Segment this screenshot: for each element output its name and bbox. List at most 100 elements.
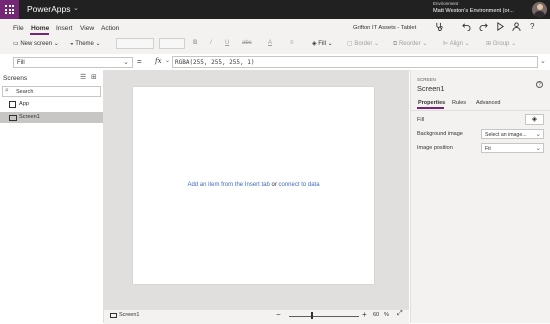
fill-button[interactable]: ◈ Fill ⌄ (312, 40, 333, 47)
zoom-value[interactable]: 60 (373, 312, 379, 318)
help-icon[interactable]: ? (530, 22, 534, 31)
play-icon[interactable] (496, 22, 505, 33)
avatar[interactable] (532, 2, 547, 17)
border-icon: ▢ (347, 41, 353, 47)
theme-icon: ◒ (70, 41, 74, 47)
stethoscope-icon[interactable] (435, 22, 444, 33)
hint-connect-data-link[interactable]: connect to data (277, 182, 320, 188)
font-family-select[interactable] (116, 38, 154, 49)
screen-icon (110, 313, 117, 318)
user-icon[interactable] (512, 22, 521, 33)
group-icon: ⊞ (486, 41, 492, 47)
chevron-down-icon: ⌄ (374, 41, 380, 47)
search-input[interactable]: ⌕ Search (2, 86, 101, 97)
chevron-down-icon: ⌄ (535, 144, 541, 152)
background-image-select[interactable]: Select an image... ⌄ (481, 129, 544, 139)
menu-action[interactable]: Action (101, 25, 119, 32)
chevron-down-icon: ⌄ (511, 41, 517, 47)
chevron-down-icon: ⌄ (53, 41, 59, 47)
chevron-down-icon: ⌄ (327, 41, 333, 47)
chevron-down-icon[interactable]: ⌄ (540, 57, 546, 65)
reorder-label: Reorder (398, 41, 421, 47)
selected-name[interactable]: Screen1 (417, 84, 445, 93)
text-align-button[interactable]: ≡ (290, 40, 294, 46)
formula-text: RGBA(255, 255, 255, 1) (175, 59, 255, 66)
align-button[interactable]: ⊫ Align ⌄ (443, 40, 470, 47)
environment-label: Environment (433, 1, 459, 6)
font-color-button[interactable]: A (268, 40, 272, 46)
fill-label: Fill (417, 117, 425, 123)
zoom-slider[interactable] (289, 315, 359, 317)
reorder-icon: ⧉ (393, 41, 398, 47)
chevron-down-icon: ⌄ (123, 59, 129, 66)
list-view-icon[interactable]: ☰ (80, 73, 86, 81)
chevron-down-icon: ⌄ (464, 41, 470, 47)
zoom-unit: % (384, 312, 389, 318)
divider (411, 110, 550, 111)
chevron-down-icon[interactable]: ⌄ (165, 57, 170, 64)
chevron-down-icon: ⌄ (422, 41, 428, 47)
bold-button[interactable]: B (193, 40, 197, 46)
fill-color-picker[interactable]: ◈ (525, 114, 544, 125)
align-label: Align (449, 41, 463, 47)
new-screen-label: New screen (20, 41, 53, 47)
italic-button[interactable]: / (210, 40, 212, 46)
underline-button[interactable]: U (225, 40, 229, 46)
tree-item-label: Screen1 (19, 114, 40, 120)
menu-file[interactable]: File (13, 25, 24, 32)
chevron-down-icon[interactable]: ⌄ (73, 4, 79, 12)
zoom-out-button[interactable]: − (276, 310, 281, 319)
fx-icon[interactable]: fx (155, 57, 162, 65)
screens-title: Screens (3, 75, 28, 82)
background-image-label: Background image (417, 131, 463, 137)
zoom-in-button[interactable]: + (362, 310, 367, 319)
background-image-value: Select an image... (485, 131, 527, 138)
fill-label: Fill (318, 41, 326, 47)
paint-bucket-icon: ◈ (312, 41, 317, 47)
screen-icon (9, 114, 17, 121)
group-label: Group (492, 41, 510, 47)
tab-properties[interactable]: Properties (418, 100, 445, 106)
image-position-value: Fit (485, 145, 491, 152)
environment-name[interactable]: Matt Weston's Environment (or... (433, 8, 514, 14)
current-screen-label[interactable]: Screen1 (119, 312, 140, 318)
formula-input[interactable]: RGBA(255, 255, 255, 1) (172, 56, 538, 68)
app-icon (9, 100, 16, 108)
hint-insert-link[interactable]: Add an item from the Insert tab (187, 182, 271, 188)
font-size-select[interactable] (159, 38, 185, 49)
new-screen-button[interactable]: ▭ New screen ⌄ (13, 40, 59, 47)
search-icon: ⌕ (5, 87, 9, 94)
align-icon: ⊫ (443, 41, 449, 47)
tree-item-app[interactable]: App (0, 99, 103, 110)
tab-advanced[interactable]: Advanced (476, 100, 500, 106)
redo-icon[interactable] (479, 22, 488, 33)
undo-icon[interactable] (462, 22, 471, 33)
fit-to-window-icon[interactable]: ⤢ (397, 310, 403, 318)
selected-kind: SCREEN (417, 77, 436, 82)
equals-sign: = (137, 57, 142, 66)
property-select[interactable]: Fill ⌄ (13, 57, 133, 68)
image-position-select[interactable]: Fit ⌄ (481, 143, 544, 153)
app-launcher-button[interactable] (0, 0, 19, 19)
thumbnail-view-icon[interactable]: ⊞ (91, 73, 97, 81)
active-tab-indicator (417, 107, 444, 109)
theme-button[interactable]: ◒ Theme ⌄ (70, 40, 101, 47)
paint-bucket-icon: ◈ (531, 116, 538, 123)
reorder-button[interactable]: ⧉ Reorder ⌄ (393, 40, 427, 48)
tree-item-screen1[interactable]: Screen1 (0, 112, 103, 123)
theme-label: Theme (75, 41, 94, 47)
new-screen-icon: ▭ (13, 41, 19, 47)
image-position-label: Image position (417, 145, 453, 151)
help-icon[interactable]: ? (536, 81, 543, 88)
border-label: Border (354, 41, 373, 47)
menu-insert[interactable]: Insert (56, 25, 73, 32)
zoom-slider-thumb[interactable] (311, 312, 314, 319)
border-button[interactable]: ▢ Border ⌄ (347, 40, 379, 47)
tab-rules[interactable]: Rules (452, 100, 466, 106)
group-button[interactable]: ⊞ Group ⌄ (486, 40, 516, 47)
app-name[interactable]: PowerApps (27, 4, 70, 14)
menu-view[interactable]: View (80, 25, 94, 32)
chevron-down-icon: ⌄ (95, 41, 101, 47)
strikethrough-button[interactable]: abc (242, 40, 252, 46)
menu-home[interactable]: Home (31, 25, 49, 32)
